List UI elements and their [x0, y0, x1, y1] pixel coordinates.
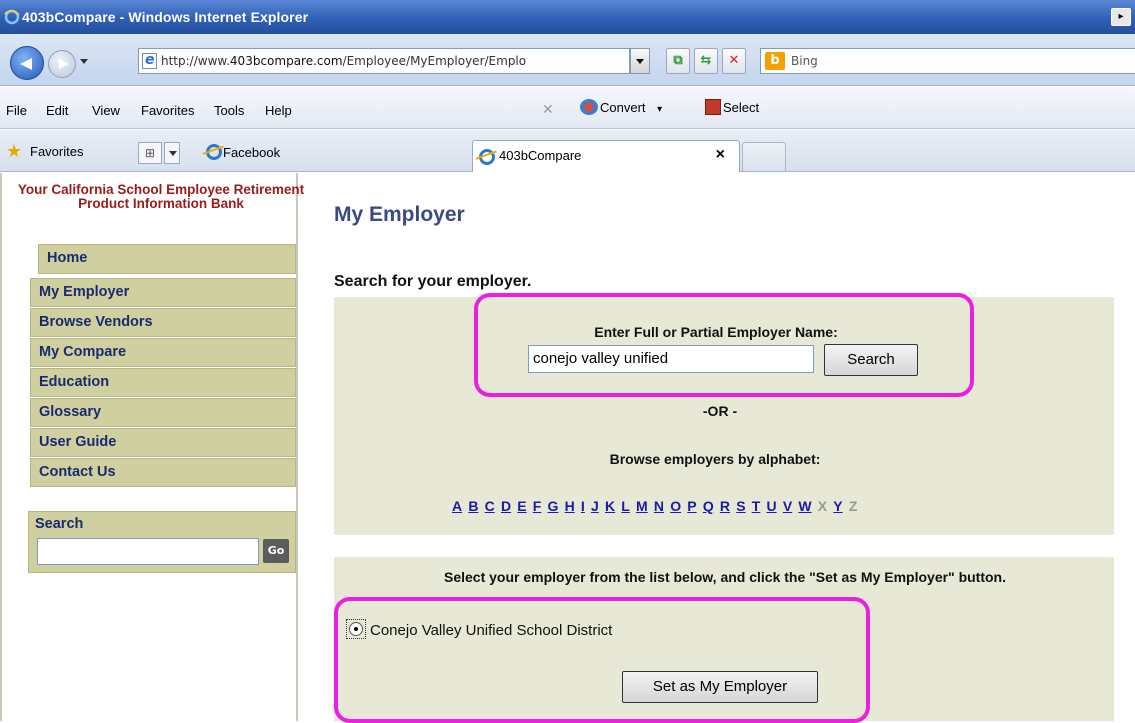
url-path: /Employee/MyEmployer/Emplo	[342, 54, 527, 68]
convert-dropdown-icon[interactable]: ▾	[657, 104, 662, 115]
menu-bar: File Edit View Favorites Tools Help ✕ Co…	[0, 87, 1135, 129]
alphabet-letter-n[interactable]: N	[654, 498, 664, 514]
nav-my-compare[interactable]: My Compare	[30, 338, 296, 367]
alphabet-letter-a[interactable]: A	[452, 498, 462, 514]
alphabet-letter-x: X	[817, 498, 828, 514]
alphabet-letter-i[interactable]: I	[581, 498, 585, 514]
alphabet-letter-b[interactable]: B	[468, 498, 478, 514]
alphabet-letter-h[interactable]: H	[565, 498, 575, 514]
tab-403bcompare[interactable]: 403bCompare ×	[472, 140, 740, 172]
alphabet-letter-u[interactable]: U	[767, 498, 777, 514]
search-box[interactable]: b Bing	[760, 48, 1135, 74]
or-separator: -OR -	[702, 403, 738, 419]
recent-pages-dropdown-icon[interactable]	[80, 59, 88, 64]
window-restore-button[interactable]: ▸	[1111, 8, 1131, 26]
url-domain: 403bcompare.com	[229, 54, 343, 68]
nav-my-employer[interactable]: My Employer	[30, 278, 296, 307]
stop-button[interactable]: ✕	[722, 48, 746, 74]
address-dropdown-button[interactable]	[630, 48, 650, 74]
nav-user-guide[interactable]: User Guide	[30, 428, 296, 457]
alphabet-letter-r[interactable]: R	[720, 498, 730, 514]
back-button[interactable]	[10, 46, 44, 80]
refresh-button[interactable]: ⇆	[694, 48, 718, 74]
alphabet-letter-e[interactable]: E	[517, 498, 526, 514]
highlight-search-box	[474, 293, 974, 397]
page-icon	[142, 49, 157, 72]
alphabet-letter-v[interactable]: V	[783, 498, 792, 514]
main-area: My Employer Search for your employer. En…	[300, 173, 1135, 723]
window-title: 403bCompare - Windows Internet Explorer	[22, 9, 309, 25]
sidebar: Your California School Employee Retireme…	[0, 173, 304, 721]
search-provider-label: Bing	[791, 54, 818, 68]
alphabet-letter-l[interactable]: L	[621, 498, 630, 514]
nav-contact-us[interactable]: Contact Us	[30, 458, 296, 487]
quick-tabs-icon[interactable]: ⊞	[138, 142, 162, 164]
bing-icon: b	[765, 52, 785, 70]
alphabet-letter-q[interactable]: Q	[703, 498, 714, 514]
alphabet-letter-w[interactable]: W	[798, 498, 811, 514]
alphabet-letter-o[interactable]: O	[670, 498, 681, 514]
nav-education[interactable]: Education	[30, 368, 296, 397]
sidebar-search-label: Search	[35, 516, 84, 532]
alphabet-letter-k[interactable]: K	[605, 498, 615, 514]
close-toolbar-icon[interactable]: ✕	[542, 101, 554, 118]
favorites-star-icon: ★	[6, 141, 23, 161]
favorites-button[interactable]: Favorites	[30, 144, 83, 159]
alphabet-letter-g[interactable]: G	[548, 498, 559, 514]
ie-page-icon	[206, 144, 222, 160]
sidebar-search-input[interactable]	[37, 538, 259, 565]
address-toolbar: http://www.403bcompare.com/Employee/MyEm…	[0, 34, 1135, 86]
alphabet-letter-y[interactable]: Y	[833, 498, 842, 514]
select-label: Select	[723, 100, 760, 115]
select-instruction: Select your employer from the list below…	[444, 569, 1006, 585]
new-tab-button[interactable]	[742, 142, 786, 172]
window-title-bar: 403bCompare - Windows Internet Explorer …	[0, 0, 1135, 34]
alphabet-letter-z: Z	[848, 498, 858, 514]
alphabet-letter-p[interactable]: P	[687, 498, 696, 514]
alphabet-letter-m[interactable]: M	[636, 498, 648, 514]
menu-tools[interactable]: Tools	[214, 103, 244, 118]
url-prefix: http://www.	[161, 54, 230, 68]
alphabet-letter-c[interactable]: C	[485, 498, 495, 514]
search-heading: Search for your employer.	[334, 273, 532, 290]
address-field[interactable]: http://www.403bcompare.com/Employee/MyEm…	[138, 48, 630, 74]
alphabet-letter-f[interactable]: F	[533, 498, 542, 514]
menu-view[interactable]: View	[92, 103, 120, 118]
alphabet-links: ABCDEFGHIJKLMNOPQRSTUVWXYZ	[452, 498, 864, 514]
convert-icon	[580, 99, 598, 115]
nav-home[interactable]: Home	[38, 244, 296, 274]
alphabet-letter-s[interactable]: S	[736, 498, 745, 514]
go-button[interactable]: Go	[263, 539, 289, 563]
alphabet-letter-d[interactable]: D	[501, 498, 511, 514]
ie-logo-icon	[4, 9, 20, 25]
alphabet-letter-t[interactable]: T	[752, 498, 761, 514]
select-icon	[705, 99, 721, 115]
tab-label: 403bCompare	[499, 148, 582, 163]
page-title: My Employer	[334, 203, 465, 226]
browse-alphabet-label: Browse employers by alphabet:	[609, 451, 821, 467]
facebook-label: Facebook	[223, 145, 281, 160]
nav-browse-vendors[interactable]: Browse Vendors	[30, 308, 296, 337]
ie-page-icon	[479, 149, 495, 165]
page-content: Your California School Employee Retireme…	[0, 173, 1135, 723]
menu-help[interactable]: Help	[265, 103, 292, 118]
menu-favorites[interactable]: Favorites	[141, 103, 194, 118]
compatibility-view-button[interactable]: ⧉	[666, 48, 690, 74]
menu-edit[interactable]: Edit	[46, 103, 68, 118]
nav-glossary[interactable]: Glossary	[30, 398, 296, 427]
sidebar-search-panel: Search Go	[28, 511, 296, 573]
convert-label: Convert	[600, 100, 646, 115]
tab-list-dropdown-icon[interactable]	[164, 142, 180, 164]
site-tagline: Your California School Employee Retireme…	[17, 182, 305, 211]
favorite-link-facebook[interactable]: Facebook	[206, 144, 280, 160]
alphabet-letter-j[interactable]: J	[591, 498, 599, 514]
select-button[interactable]: Select	[705, 99, 759, 115]
menu-file[interactable]: File	[6, 103, 27, 118]
favorites-bar: ★ Favorites ⊞ Facebook 403bCompare ×	[0, 130, 1135, 172]
forward-button[interactable]	[48, 50, 76, 78]
highlight-employer-select	[334, 597, 870, 723]
convert-button[interactable]: Convert ▾	[580, 99, 662, 115]
tab-close-icon[interactable]: ×	[716, 146, 725, 164]
